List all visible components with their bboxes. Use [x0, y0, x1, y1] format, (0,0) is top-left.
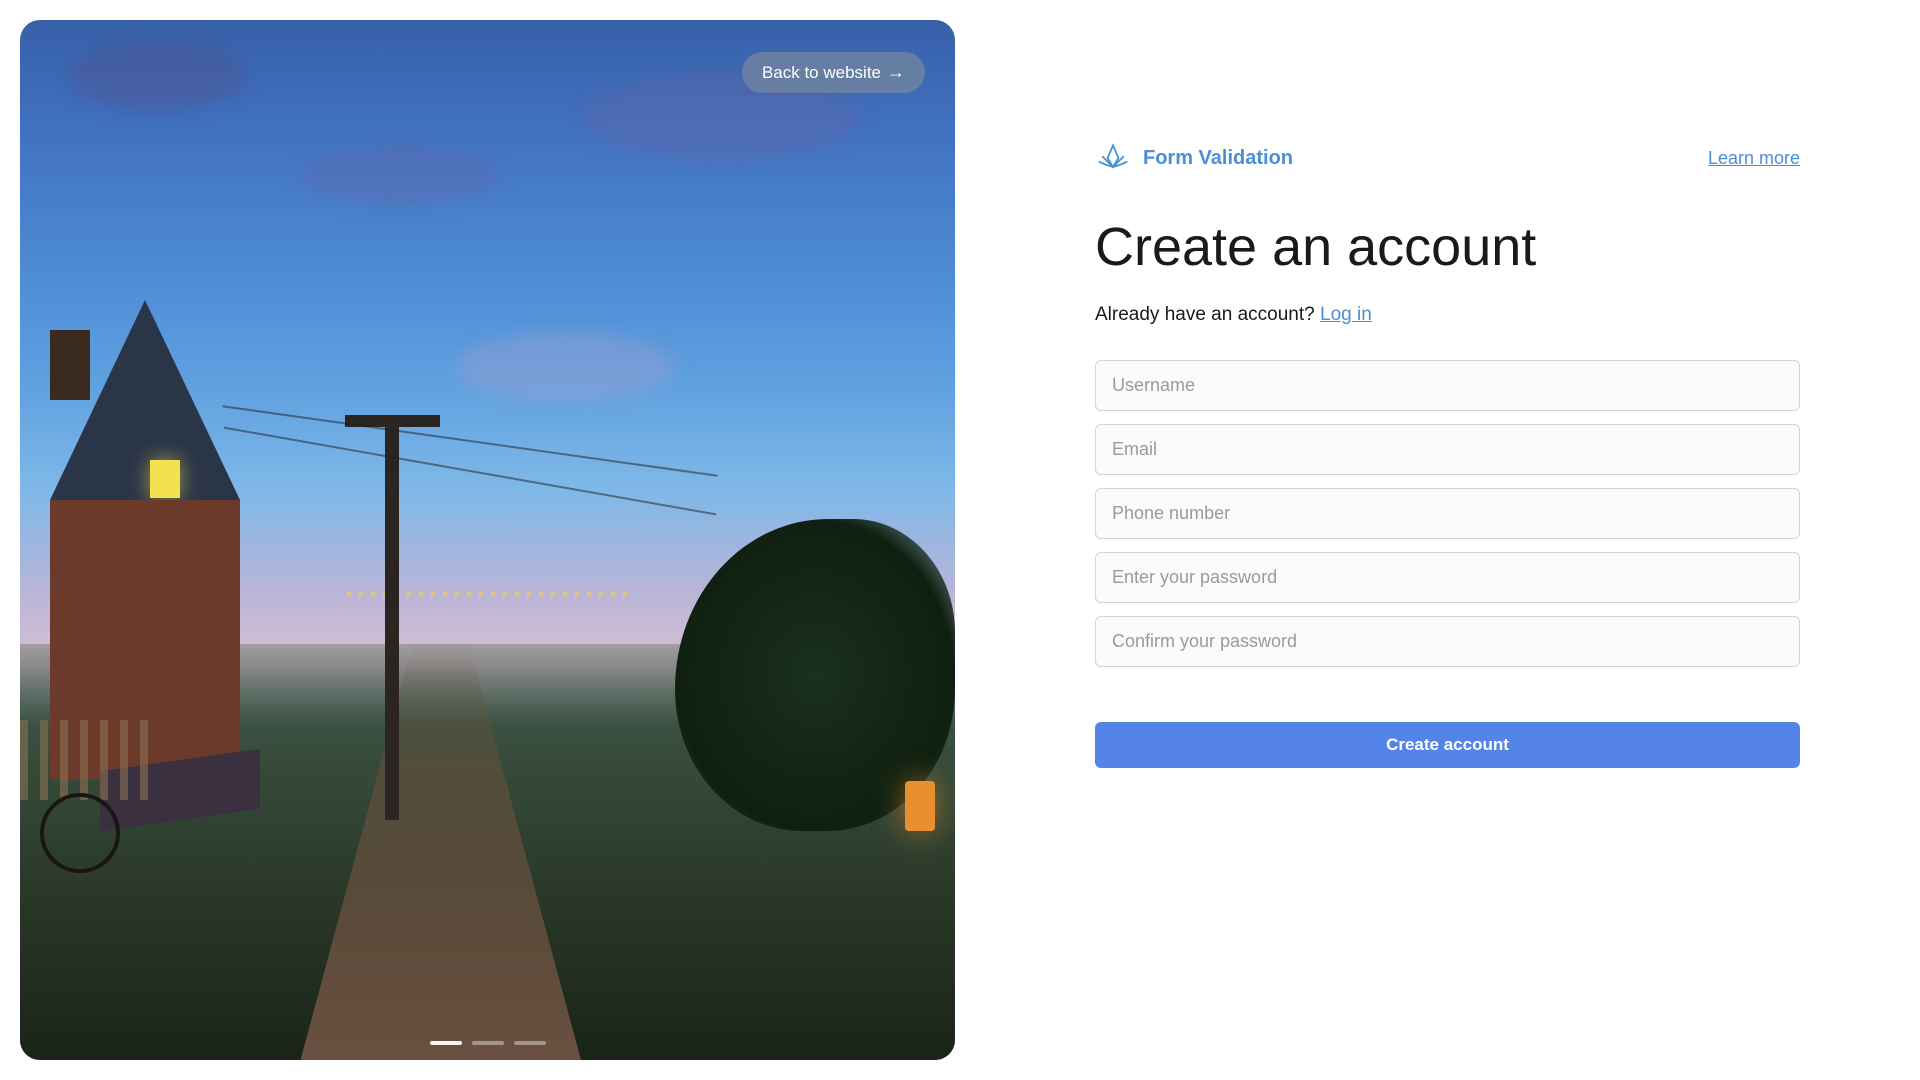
confirm-password-input[interactable] [1095, 616, 1800, 667]
brand-name: Form Validation [1143, 147, 1293, 170]
subtitle-text: Already have an account? [1095, 304, 1320, 325]
phone-input[interactable] [1095, 488, 1800, 539]
hero-image: Back to website → [20, 20, 955, 1060]
create-account-button[interactable]: Create account [1095, 722, 1800, 768]
carousel-dot-3[interactable] [514, 1041, 546, 1045]
signup-form: Create account [1095, 360, 1800, 768]
back-to-website-button[interactable]: Back to website → [742, 52, 925, 93]
page-title: Create an account [1095, 216, 1800, 278]
brand: Form Validation [1095, 140, 1293, 176]
email-input[interactable] [1095, 424, 1800, 475]
arrow-right-icon: → [887, 62, 905, 83]
header-row: Form Validation Learn more [1095, 140, 1800, 176]
form-panel: Form Validation Learn more Create an acc… [975, 0, 1920, 1080]
learn-more-link[interactable]: Learn more [1708, 148, 1800, 169]
carousel-dot-1[interactable] [430, 1041, 462, 1045]
back-button-label: Back to website [762, 63, 881, 83]
username-input[interactable] [1095, 360, 1800, 411]
lotus-icon [1095, 140, 1131, 176]
carousel-indicator [430, 1041, 546, 1045]
login-link[interactable]: Log in [1320, 304, 1372, 325]
carousel-dot-2[interactable] [472, 1041, 504, 1045]
password-input[interactable] [1095, 552, 1800, 603]
hero-image-panel: Back to website → [0, 0, 975, 1080]
subtitle: Already have an account? Log in [1095, 304, 1800, 326]
